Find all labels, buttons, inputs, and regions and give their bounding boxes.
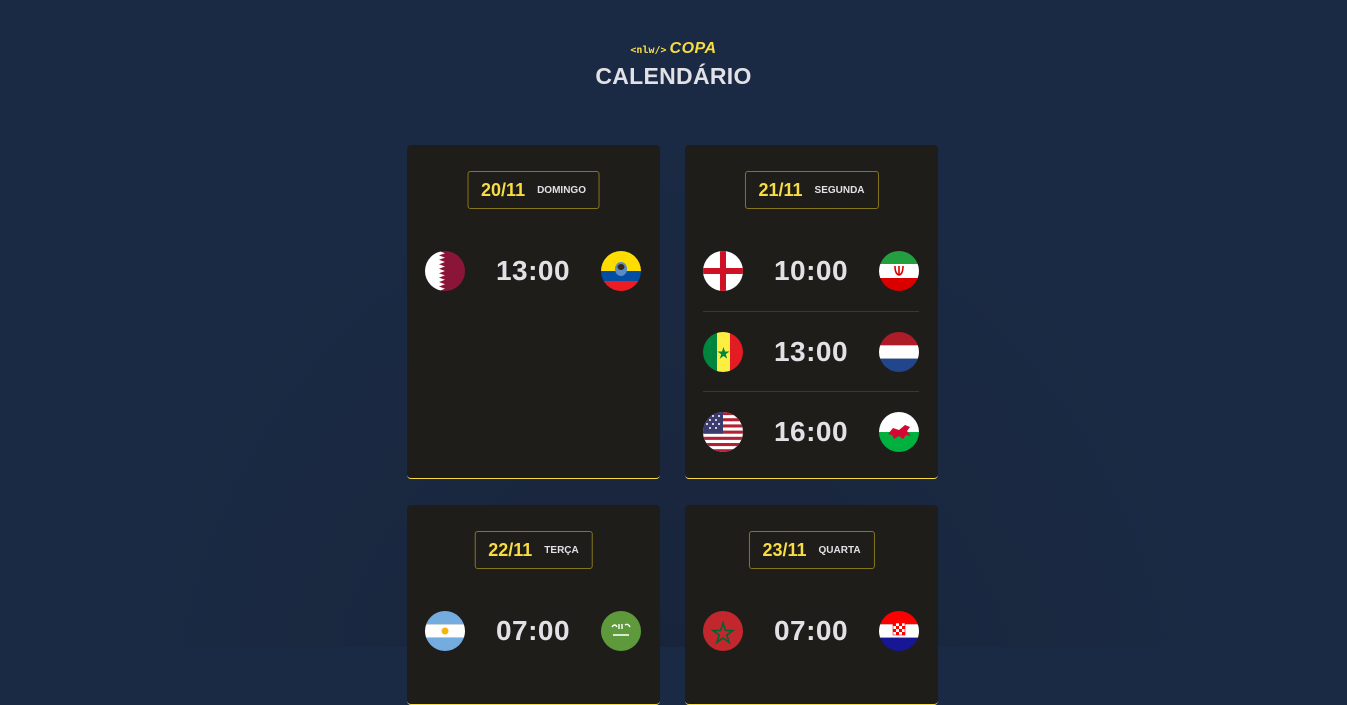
match-row: 13:00 [703, 311, 919, 391]
day-card: 23/11 QUARTA 07:00 [685, 505, 938, 705]
ecuador-flag-icon [601, 251, 641, 291]
match-row: 10:00 [703, 231, 919, 311]
date-badge: 22/11 TERÇA [474, 531, 593, 569]
saudi-arabia-flag-icon [601, 611, 641, 651]
match-time: 07:00 [495, 615, 571, 646]
logo-name: COPA [669, 40, 717, 57]
day-card: 20/11 DOMINGO 13:00 [407, 145, 660, 479]
date-number: 21/11 [758, 179, 803, 200]
morocco-flag-icon [703, 611, 743, 651]
weekday-label: QUARTA [818, 544, 861, 556]
england-flag-icon [703, 251, 743, 291]
match-row: 13:00 [425, 231, 641, 311]
weekday-label: DOMINGO [537, 184, 586, 196]
weekday-label: SEGUNDA [814, 184, 865, 196]
page-title: CALENDÁRIO [595, 63, 752, 89]
logo-prefix: <nlw/> [630, 45, 667, 56]
match-row: 07:00 [703, 591, 919, 671]
day-card: 22/11 TERÇA 07:00 [407, 505, 660, 705]
senegal-flag-icon [703, 331, 743, 372]
date-number: 20/11 [481, 179, 526, 200]
match-time: 13:00 [495, 255, 571, 286]
date-badge: 23/11 QUARTA [748, 531, 875, 569]
weekday-label: TERÇA [544, 544, 579, 556]
nlw-copa-logo: <nlw/> COPA [0, 40, 1347, 58]
match-time: 16:00 [773, 415, 849, 447]
date-number: 23/11 [762, 539, 807, 560]
match-row: 07:00 [425, 591, 641, 671]
argentina-flag-icon [425, 611, 465, 651]
qatar-flag-icon [425, 251, 465, 291]
iran-flag-icon [879, 251, 919, 291]
match-time: 07:00 [773, 615, 849, 646]
match-time: 10:00 [773, 255, 849, 286]
netherlands-flag-icon [879, 331, 919, 372]
date-number: 22/11 [488, 539, 533, 560]
croatia-flag-icon [879, 611, 919, 651]
date-badge: 20/11 DOMINGO [467, 171, 600, 209]
date-badge: 21/11 SEGUNDA [744, 171, 879, 209]
match-row: 16:00 [703, 391, 919, 471]
usa-flag-icon [703, 411, 743, 452]
wales-flag-icon [879, 411, 919, 452]
day-card: 21/11 SEGUNDA 10:00 13:00 16:00 [685, 145, 938, 479]
match-time: 13:00 [773, 335, 849, 367]
